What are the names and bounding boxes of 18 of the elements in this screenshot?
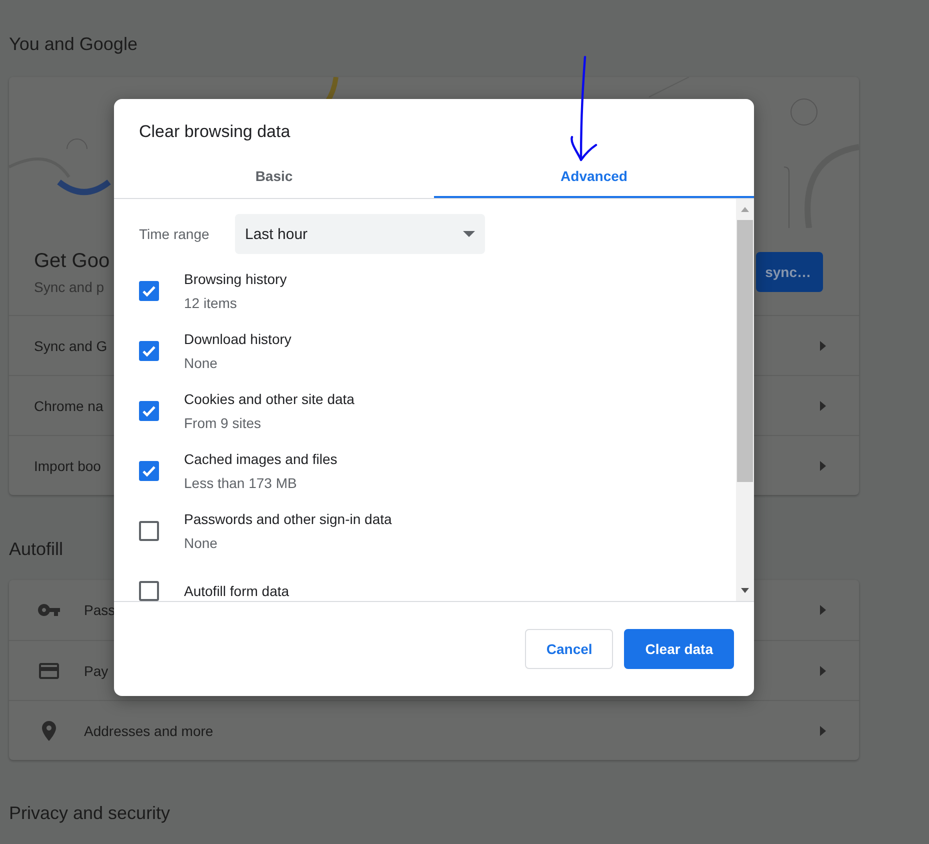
item-detail: None: [184, 534, 218, 552]
section-heading: Autofill: [9, 538, 64, 560]
sync-card-subtitle: Sync and p: [34, 278, 104, 296]
item-label: Autofill form data: [184, 582, 290, 600]
item-detail: None: [184, 354, 218, 372]
dialog-title: Clear browsing data: [138, 121, 292, 142]
item-detail: Less than 173 MB: [184, 474, 298, 492]
section-heading: You and Google: [9, 33, 138, 55]
item-detail: 12 items: [184, 294, 238, 312]
item-label: Browsing history: [184, 270, 287, 288]
item-label: Download history: [184, 330, 292, 348]
time-range-label: Time range: [139, 226, 210, 242]
item-detail: From 9 sites: [184, 414, 262, 432]
section-heading: Privacy and security: [9, 802, 170, 824]
item-label: Passwords and other sign-in data: [184, 510, 392, 528]
sync-card-title: Get Goo: [34, 248, 110, 274]
item-label: Cached images and files: [184, 450, 338, 468]
item-label: Cookies and other site data: [184, 390, 354, 408]
